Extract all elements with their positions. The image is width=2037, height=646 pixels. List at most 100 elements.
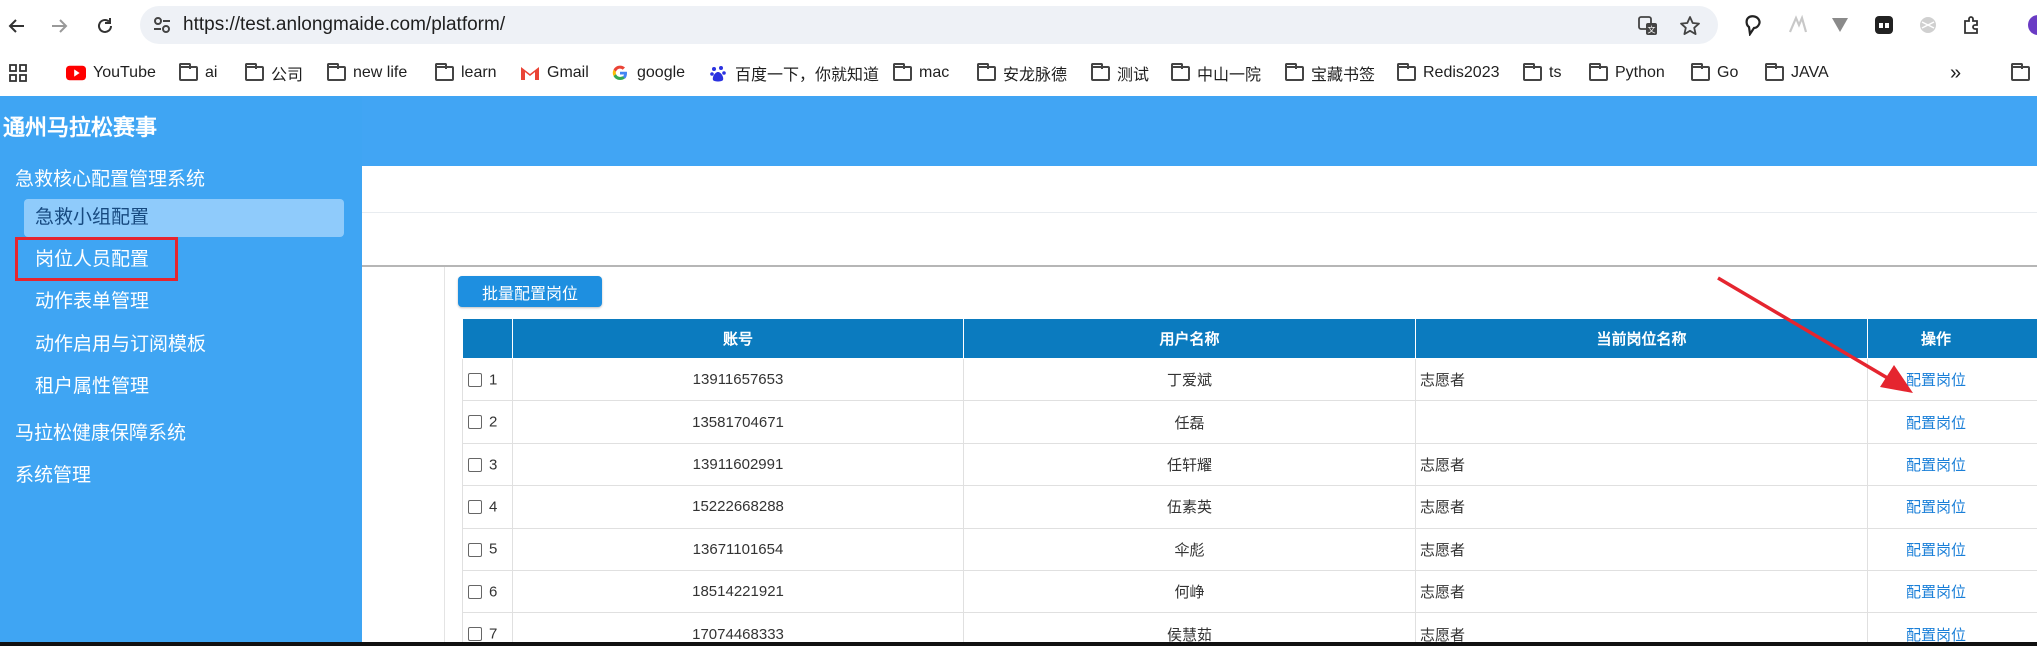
- bookmark-youtube[interactable]: YouTube: [66, 50, 156, 96]
- bookmark-google[interactable]: google: [610, 50, 685, 96]
- configure-post-link[interactable]: 配置岗位: [1906, 542, 1966, 559]
- brand-title: 通州马拉松赛事: [3, 115, 158, 140]
- configure-post-link[interactable]: 配置岗位: [1906, 584, 1966, 601]
- row-checkbox[interactable]: [468, 627, 482, 642]
- bookmark-ts[interactable]: ts: [1522, 50, 1561, 96]
- cell-current-post: 志愿者: [1415, 442, 1868, 487]
- folder-icon: [1396, 62, 1416, 83]
- bookmark-go[interactable]: Go: [1690, 50, 1738, 96]
- row-checkbox[interactable]: [468, 584, 482, 599]
- folder-icon: [1170, 62, 1190, 83]
- folder-icon: [1690, 62, 1710, 83]
- bookmark-label: Redis2023: [1423, 64, 1500, 81]
- bookmark-anlong[interactable]: 安龙脉德: [976, 50, 1067, 96]
- annotation-highlight-box: [15, 237, 178, 281]
- reload-icon[interactable]: [88, 9, 122, 43]
- table-row: 4 15222668288 伍素英 志愿者 配置岗位: [462, 485, 2037, 529]
- extension-a-icon[interactable]: [1784, 11, 1812, 39]
- row-checkbox[interactable]: [468, 542, 482, 557]
- bookmarks-overflow-button[interactable]: »: [1950, 50, 1961, 96]
- table-row: 6 18514221921 何峥 志愿者 配置岗位: [462, 569, 2037, 614]
- address-bar[interactable]: https://test.anlongmaide.com/platform/ 文: [140, 6, 1718, 44]
- cell-username: 伞彪: [963, 527, 1416, 571]
- cell-account: 15222668288: [512, 485, 964, 529]
- row-number: 2: [489, 413, 498, 431]
- cell-username: 任磊: [963, 400, 1416, 444]
- other-bookmarks-folder[interactable]: [2010, 50, 2037, 96]
- configure-post-link[interactable]: 配置岗位: [1906, 457, 1966, 474]
- menu-group-system-management[interactable]: 系统管理: [15, 460, 91, 487]
- folder-icon: [434, 62, 454, 83]
- bookmark-python[interactable]: Python: [1588, 50, 1665, 96]
- cell-current-post: 志愿者: [1415, 357, 1868, 402]
- cell-current-post: 志愿者: [1415, 485, 1868, 529]
- bookmark-gmail[interactable]: Gmail: [520, 50, 589, 96]
- folder-icon: [1588, 62, 1608, 83]
- apps-grid-icon[interactable]: [8, 50, 28, 96]
- url-text[interactable]: https://test.anlongmaide.com/platform/: [183, 6, 505, 44]
- app-page: 通州马拉松赛事 急救核心配置管理系统 急救小组配置 岗位人员配置 动作表单管理 …: [0, 96, 2037, 646]
- batch-configure-post-button[interactable]: 批量配置岗位: [458, 276, 602, 307]
- bookmark-label: Go: [1717, 64, 1739, 81]
- table-header-row: 账号 用户名称 当前岗位名称 操作: [462, 318, 2037, 359]
- bookmark-redis[interactable]: Redis2023: [1396, 50, 1500, 96]
- table-row: 1 13911657653 丁爱斌 志愿者 配置岗位: [462, 357, 2037, 402]
- cell-username: 何峥: [963, 569, 1416, 614]
- cell-account: 13581704671: [512, 400, 964, 444]
- menu-item-rescue-team-config[interactable]: 急救小组配置: [24, 199, 344, 237]
- extension-pin-icon[interactable]: [1740, 11, 1768, 39]
- menu-item-tenant-attribute-management[interactable]: 租户属性管理: [24, 368, 344, 406]
- bookmark-new-life[interactable]: new life: [326, 50, 407, 96]
- cell-current-post: 志愿者: [1415, 569, 1868, 614]
- column-header-current-post: 当前岗位名称: [1415, 318, 1868, 359]
- bookmark-test[interactable]: 测试: [1090, 50, 1149, 96]
- folder-icon: [326, 62, 346, 83]
- bookmark-label: YouTube: [93, 64, 156, 81]
- row-checkbox[interactable]: [468, 457, 482, 472]
- bookmark-label: JAVA: [1791, 64, 1829, 81]
- bookmark-treasure[interactable]: 宝藏书签: [1284, 50, 1375, 96]
- back-icon[interactable]: [0, 9, 34, 43]
- menu-group-marathon-health[interactable]: 马拉松健康保障系统: [15, 418, 186, 445]
- bookmark-mac[interactable]: mac: [892, 50, 949, 96]
- extensions-puzzle-icon[interactable]: [1958, 11, 1986, 39]
- cell-username: 任轩耀: [963, 442, 1416, 487]
- svg-text:文: 文: [1648, 25, 1656, 35]
- site-settings-icon[interactable]: [152, 15, 172, 40]
- row-checkbox[interactable]: [468, 415, 482, 430]
- bookmark-label: ai: [205, 64, 218, 81]
- bookmark-label: mac: [919, 64, 950, 81]
- profile-avatar-icon[interactable]: [2022, 11, 2037, 39]
- extension-ball-icon[interactable]: [1914, 11, 1942, 39]
- folder-icon: [1284, 62, 1304, 83]
- youtube-icon: [66, 63, 86, 83]
- configure-post-link[interactable]: 配置岗位: [1906, 627, 1966, 644]
- configure-post-link[interactable]: 配置岗位: [1906, 372, 1966, 389]
- bookmark-java[interactable]: JAVA: [1764, 50, 1829, 96]
- row-checkbox[interactable]: [468, 500, 482, 515]
- translate-icon[interactable]: 文: [1636, 14, 1660, 38]
- menu-item-action-subscription-template[interactable]: 动作启用与订阅模板: [24, 326, 344, 364]
- bookmark-label: new life: [353, 64, 408, 81]
- extension-v-icon[interactable]: [1826, 11, 1854, 39]
- bookmark-baidu[interactable]: 百度一下，你就知道: [708, 50, 879, 96]
- menu-item-action-form-management[interactable]: 动作表单管理: [24, 283, 344, 321]
- bookmark-ai[interactable]: ai: [178, 50, 217, 96]
- bookmark-label: 测试: [1117, 67, 1150, 84]
- row-number: 7: [489, 625, 498, 643]
- bookmark-company[interactable]: 公司: [244, 50, 303, 96]
- bookmark-star-icon[interactable]: [1678, 14, 1702, 38]
- extension-app-icon[interactable]: [1870, 11, 1898, 39]
- configure-post-link[interactable]: 配置岗位: [1906, 415, 1966, 432]
- bookmarks-bar: YouTube ai 公司 new life learn Gmail googl…: [0, 50, 2037, 96]
- table-row: 3 13911602991 任轩耀 志愿者 配置岗位: [462, 442, 2037, 487]
- configure-post-link[interactable]: 配置岗位: [1906, 499, 1966, 516]
- folder-icon: [892, 62, 912, 83]
- cell-current-post: 志愿者: [1415, 527, 1868, 571]
- forward-icon[interactable]: [42, 9, 76, 43]
- row-checkbox[interactable]: [468, 372, 482, 387]
- bookmark-learn[interactable]: learn: [434, 50, 497, 96]
- menu-group-emergency-config[interactable]: 急救核心配置管理系统: [15, 164, 205, 191]
- row-number: 1: [489, 371, 498, 389]
- bookmark-zhongshan[interactable]: 中山一院: [1170, 50, 1261, 96]
